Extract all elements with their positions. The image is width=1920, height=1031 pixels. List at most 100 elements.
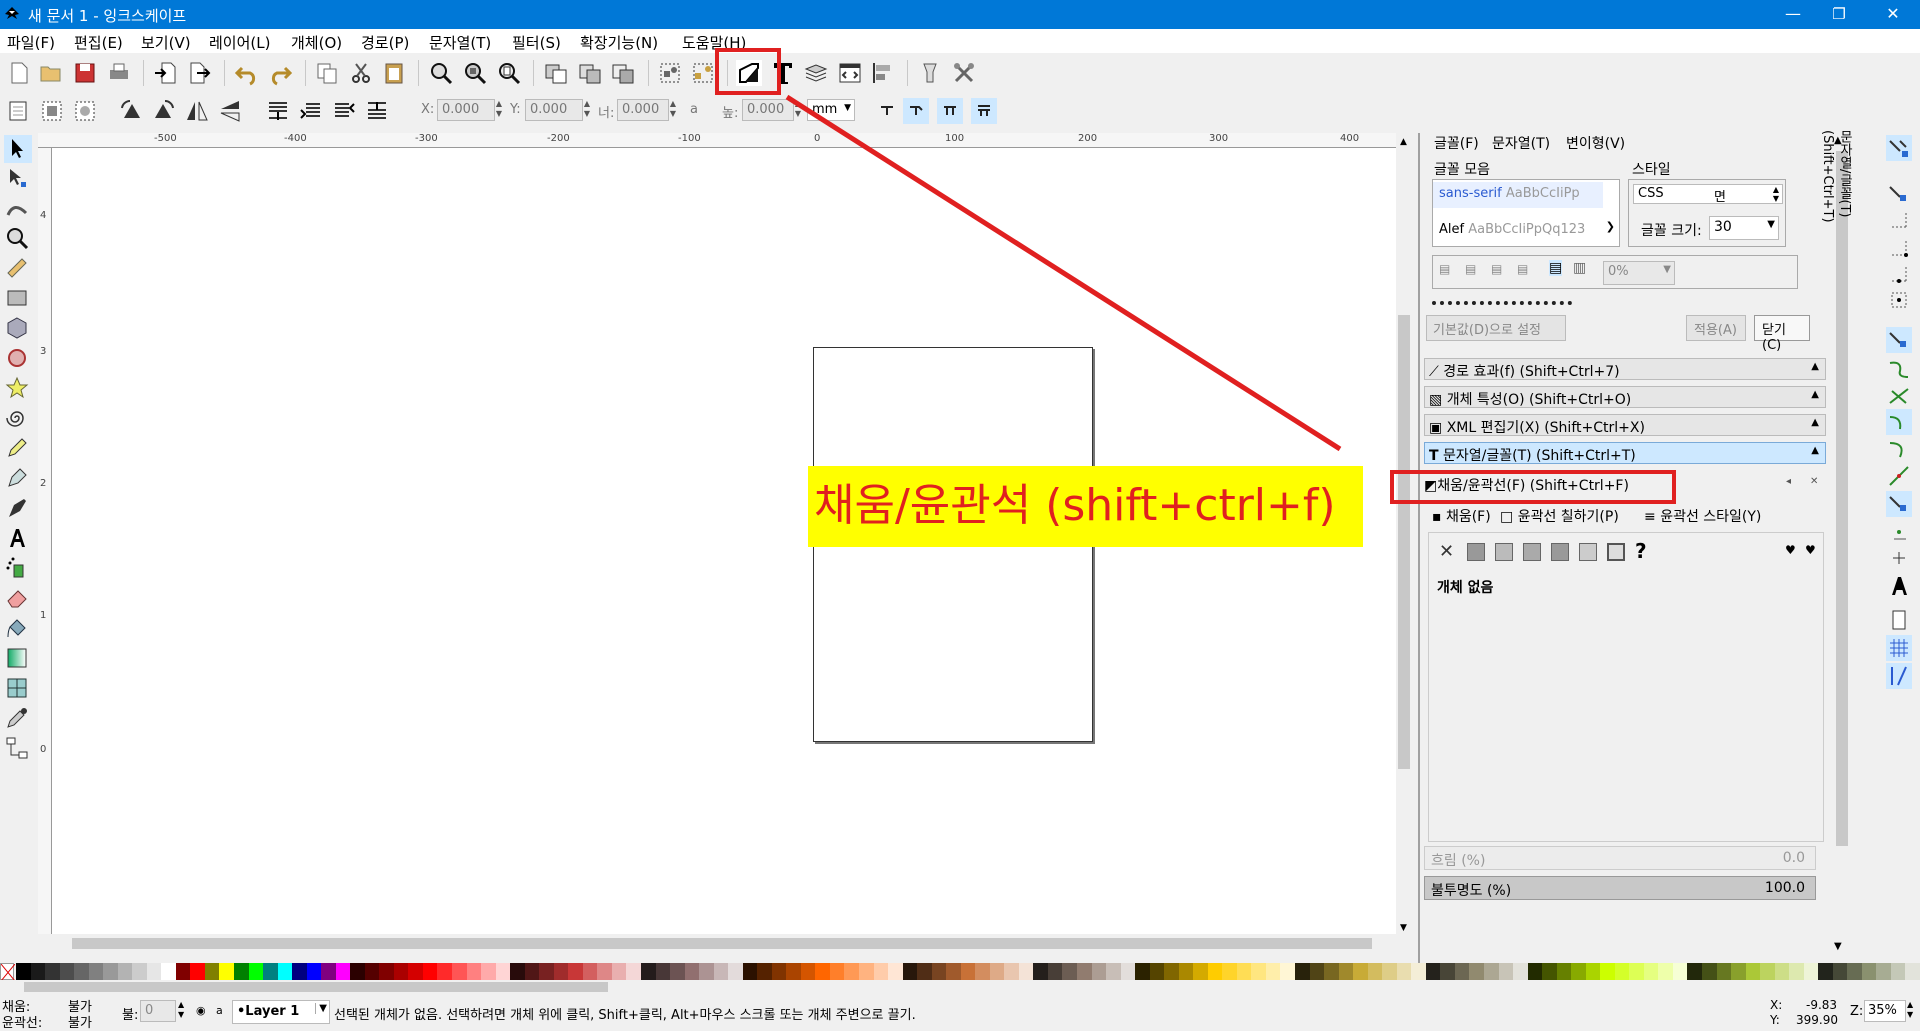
lock-ratio-button[interactable]: a [690, 102, 698, 117]
justify-icon[interactable]: ▤ [1517, 262, 1528, 276]
color-swatch[interactable] [888, 963, 904, 980]
radial-gradient-icon[interactable] [1523, 543, 1541, 561]
palette-scroll-thumb[interactable] [24, 982, 608, 992]
color-swatch[interactable] [858, 963, 875, 980]
opacity-indicator-input[interactable]: 0 [140, 1000, 176, 1022]
color-swatch[interactable] [117, 963, 133, 980]
lower-icon[interactable] [298, 98, 324, 124]
color-swatch[interactable] [1454, 963, 1470, 980]
tab-text[interactable]: 문자열(T) [1492, 133, 1550, 153]
color-swatch[interactable] [539, 963, 555, 980]
canvas-vertical-scrollbar[interactable]: ▲ ▼ [1396, 133, 1413, 953]
preferences-icon[interactable] [951, 60, 977, 86]
color-swatch[interactable] [1106, 963, 1122, 980]
spiral-tool-icon[interactable] [4, 405, 32, 433]
tweak-tool-icon[interactable] [4, 195, 32, 223]
snap-enable-icon[interactable] [1886, 135, 1912, 161]
color-swatch[interactable] [1542, 963, 1558, 980]
close-dialog-button[interactable]: 닫기(C) [1754, 315, 1810, 353]
zoom-selection-icon[interactable] [428, 60, 454, 86]
palette-scrollbar[interactable] [0, 980, 1920, 994]
dropper-tool-icon[interactable] [4, 705, 32, 733]
scale-stroke-icon[interactable] [874, 98, 900, 124]
color-swatch[interactable] [1382, 963, 1398, 980]
color-swatch[interactable] [1309, 963, 1325, 980]
lower-to-bottom-icon[interactable] [265, 98, 291, 124]
menu-edit[interactable]: 편집(E) [74, 32, 123, 53]
linear-gradient-icon[interactable] [1495, 543, 1513, 561]
color-swatch[interactable] [1033, 963, 1049, 980]
pen-tool-icon[interactable] [4, 465, 32, 493]
color-swatch[interactable] [45, 963, 61, 980]
color-swatch[interactable] [146, 963, 162, 980]
panel-xml-editor[interactable]: ▣ XML 편집기(X) (Shift+Ctrl+X) ▲ [1424, 414, 1826, 436]
new-document-icon[interactable] [6, 60, 32, 86]
color-swatch[interactable] [30, 963, 46, 980]
xml-editor-icon[interactable] [837, 60, 863, 86]
width-input[interactable]: 0.000 [617, 99, 669, 121]
y-spinner[interactable]: ▲ ▼ [582, 99, 592, 121]
color-swatch[interactable] [16, 963, 32, 980]
menu-text[interactable]: 문자열(T) [429, 32, 491, 53]
color-swatch[interactable] [1876, 963, 1892, 980]
snap-text-baseline-icon[interactable] [1886, 573, 1912, 599]
color-swatch[interactable] [1164, 963, 1180, 980]
color-swatch[interactable] [1018, 963, 1034, 980]
tab-variants[interactable]: 변이형(V) [1566, 133, 1625, 153]
color-swatch[interactable] [408, 963, 424, 980]
vertical-scroll-thumb[interactable] [1398, 315, 1410, 769]
color-swatch[interactable] [757, 963, 773, 980]
no-paint-icon[interactable]: ✕ [1439, 541, 1454, 562]
clone-icon[interactable] [577, 60, 603, 86]
horizontal-scroll-thumb[interactable] [72, 938, 1372, 949]
color-swatch[interactable] [1469, 963, 1485, 980]
color-swatch[interactable] [1324, 963, 1340, 980]
panel-path-effects[interactable]: ⟋ 경로 효과(f) (Shift+Ctrl+7) ▲ [1424, 358, 1826, 380]
spinner-icon[interactable]: ▲ ▼ [1907, 1000, 1913, 1020]
snap-paths-icon[interactable] [1886, 355, 1912, 381]
color-swatch[interactable] [103, 963, 119, 980]
text-tool-icon[interactable] [4, 525, 32, 553]
zoom-page-icon[interactable] [496, 60, 522, 86]
paste-icon[interactable] [381, 60, 407, 86]
color-swatch[interactable] [190, 963, 206, 980]
color-swatch[interactable] [524, 963, 540, 980]
snap-intersections-icon[interactable] [1886, 383, 1912, 409]
color-swatch[interactable] [1193, 963, 1209, 980]
apply-button[interactable]: 적용(A) [1686, 315, 1746, 341]
color-swatch[interactable] [611, 963, 627, 980]
gradient-tool-icon[interactable] [4, 645, 32, 673]
height-input[interactable]: 0.000 [742, 99, 794, 121]
color-swatch[interactable] [1280, 963, 1296, 980]
color-swatch[interactable] [1629, 963, 1645, 980]
color-swatch[interactable] [335, 963, 351, 980]
align-left-icon[interactable]: ▤ [1439, 262, 1450, 276]
color-swatch[interactable] [1077, 963, 1093, 980]
zoom-drawing-icon[interactable] [462, 60, 488, 86]
color-swatch[interactable] [1890, 963, 1906, 980]
color-swatch[interactable] [771, 963, 787, 980]
pencil-tool-icon[interactable] [4, 435, 32, 463]
flip-vertical-icon[interactable] [217, 98, 243, 124]
zoom-tool-icon[interactable] [4, 225, 32, 253]
color-swatch[interactable] [1047, 963, 1063, 980]
color-swatch[interactable] [1614, 963, 1630, 980]
flat-color-icon[interactable] [1467, 543, 1485, 561]
chevron-down-icon[interactable]: ▼ [315, 1003, 327, 1014]
connector-tool-icon[interactable] [4, 735, 32, 763]
selector-tool-icon[interactable] [4, 135, 32, 163]
expand-arrow-icon[interactable]: ▲ [1811, 417, 1819, 428]
color-swatch[interactable] [1135, 963, 1151, 980]
deselect-icon[interactable] [72, 98, 98, 124]
scale-corners-icon[interactable] [903, 98, 929, 124]
redo-icon[interactable] [267, 60, 293, 86]
rectangle-tool-icon[interactable] [4, 285, 32, 313]
color-swatch[interactable] [917, 963, 933, 980]
select-all-icon[interactable] [6, 98, 32, 124]
color-swatch[interactable] [234, 963, 250, 980]
color-swatch[interactable] [1832, 963, 1848, 980]
color-swatch[interactable] [1658, 963, 1674, 980]
color-swatch[interactable] [815, 963, 831, 980]
save-icon[interactable] [72, 60, 98, 86]
close-button[interactable]: ✕ [1870, 0, 1916, 29]
